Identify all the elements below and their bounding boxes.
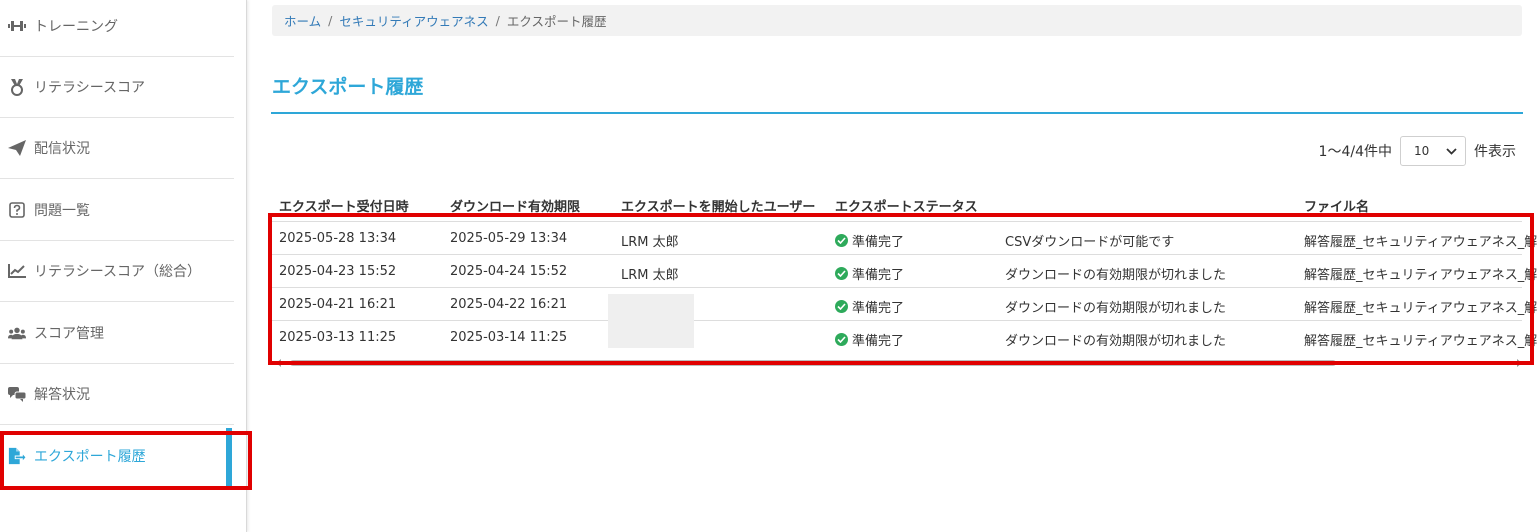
cell-status-message: ダウンロードの有効期限が切れました xyxy=(1005,334,1227,349)
column-header-received: エクスポート受付日時 xyxy=(279,200,409,215)
page-size-value: 10 xyxy=(1414,144,1430,158)
paper-plane-icon xyxy=(8,139,26,157)
status-text: 準備完了 xyxy=(852,268,905,283)
sidebar-item-literacy-score-overall[interactable]: リテラシースコア（総合） xyxy=(0,241,234,302)
check-circle-icon xyxy=(835,234,848,247)
cell-status: 準備完了 xyxy=(835,231,904,250)
title-divider xyxy=(271,112,1523,114)
scroll-right-arrow-icon[interactable] xyxy=(1516,359,1522,367)
cell-received: 2025-04-23 15:52 xyxy=(279,264,397,279)
question-square-icon xyxy=(8,201,26,219)
active-indicator xyxy=(226,428,232,486)
sidebar-item-label: スコア管理 xyxy=(34,326,104,342)
sidebar-item-score-management[interactable]: スコア管理 xyxy=(0,303,234,364)
sidebar-item-training[interactable]: トレーニング xyxy=(0,0,234,57)
sidebar-item-label: エクスポート履歴 xyxy=(34,449,146,465)
cell-file-name[interactable]: 解答履歴_セキュリティアウェアネス_解 xyxy=(1304,264,1537,283)
file-export-icon xyxy=(8,447,26,465)
status-text: 準備完了 xyxy=(852,235,905,250)
column-header-file-name: ファイル名 xyxy=(1304,200,1370,215)
cell-status-message: ダウンロードの有効期限が切れました xyxy=(1005,301,1227,316)
result-range-text: 1〜4/4件中 xyxy=(1318,144,1392,160)
page-size-suffix: 件表示 xyxy=(1474,144,1516,160)
sidebar-item-label: トレーニング xyxy=(34,19,118,35)
sidebar-item-label: リテラシースコア（総合） xyxy=(34,264,202,280)
pagination-info: 1〜4/4件中 10 件表示 xyxy=(1319,135,1516,167)
scroll-left-arrow-icon[interactable] xyxy=(276,359,282,367)
table-row: 2025-04-21 16:21 2025-04-22 16:21 準備完了 ダ… xyxy=(272,287,1537,321)
breadcrumb-section-link[interactable]: セキュリティアウェアネス xyxy=(339,11,488,30)
page-title: エクスポート履歴 xyxy=(272,76,424,98)
comments-icon xyxy=(8,385,26,403)
scrollbar-thumb[interactable] xyxy=(290,360,1336,366)
redacted-user-block xyxy=(608,294,694,348)
column-header-expires: ダウンロード有効期限 xyxy=(450,200,581,215)
cell-expires: 2025-04-22 16:21 xyxy=(450,297,568,312)
medal-icon xyxy=(8,78,26,96)
sidebar-item-label: リテラシースコア xyxy=(34,80,146,96)
cell-received: 2025-05-28 13:34 xyxy=(279,231,397,246)
sidebar-item-delivery-status[interactable]: 配信状況 xyxy=(0,118,234,179)
cell-status: 準備完了 xyxy=(835,330,904,349)
breadcrumb-separator: / xyxy=(495,13,500,28)
status-text: 準備完了 xyxy=(852,301,905,316)
cell-received: 2025-04-21 16:21 xyxy=(279,297,397,312)
chart-line-icon xyxy=(8,262,26,280)
cell-received: 2025-03-13 11:25 xyxy=(279,330,397,345)
cell-status-message: CSVダウンロードが可能です xyxy=(1005,235,1175,250)
column-header-user: エクスポートを開始したユーザー xyxy=(621,200,816,215)
sidebar-item-literacy-score[interactable]: リテラシースコア xyxy=(0,57,234,118)
table-row: 2025-04-23 15:52 2025-04-24 15:52 LRM 太郎… xyxy=(272,254,1537,288)
chevron-down-icon xyxy=(1446,147,1457,155)
page-size-select[interactable]: 10 xyxy=(1400,136,1466,166)
sidebar: トレーニング リテラシースコア 配信状況 問題一覧 リテラシースコア（総合） ス… xyxy=(0,0,247,532)
cell-status: 準備完了 xyxy=(835,264,904,283)
sidebar-item-label: 問題一覧 xyxy=(34,203,90,219)
cell-expires: 2025-04-24 15:52 xyxy=(450,264,568,279)
cell-status: 準備完了 xyxy=(835,297,904,316)
sidebar-item-label: 配信状況 xyxy=(34,141,90,157)
users-icon xyxy=(8,324,26,342)
breadcrumb: ホーム / セキュリティアウェアネス / エクスポート履歴 xyxy=(272,5,1522,36)
column-header-status: エクスポートステータス xyxy=(835,200,978,215)
cell-user: LRM 太郎 xyxy=(621,268,679,283)
sidebar-item-export-history[interactable]: エクスポート履歴 xyxy=(0,426,234,487)
cell-expires: 2025-05-29 13:34 xyxy=(450,231,568,246)
check-circle-icon xyxy=(835,267,848,280)
status-text: 準備完了 xyxy=(852,334,905,349)
cell-file-name[interactable]: 解答履歴_セキュリティアウェアネス_解 xyxy=(1304,330,1537,349)
sidebar-item-question-list[interactable]: 問題一覧 xyxy=(0,180,234,241)
breadcrumb-current: エクスポート履歴 xyxy=(506,14,607,29)
table-row: 2025-05-28 13:34 2025-05-29 13:34 LRM 太郎… xyxy=(272,221,1537,255)
cell-file-name[interactable]: 解答履歴_セキュリティアウェアネス_解 xyxy=(1304,297,1537,316)
cell-expires: 2025-03-14 11:25 xyxy=(450,330,568,345)
table-row: 2025-03-13 11:25 2025-03-14 11:25 準備完了 ダ… xyxy=(272,320,1537,354)
breadcrumb-home-link[interactable]: ホーム xyxy=(284,11,321,30)
cell-user: LRM 太郎 xyxy=(621,235,679,250)
check-circle-icon xyxy=(835,300,848,313)
sidebar-item-label: 解答状況 xyxy=(34,387,90,403)
breadcrumb-separator: / xyxy=(328,13,333,28)
dumbbell-icon xyxy=(8,17,26,35)
cell-status-message: ダウンロードの有効期限が切れました xyxy=(1005,268,1227,283)
check-circle-icon xyxy=(835,333,848,346)
cell-file-name[interactable]: 解答履歴_セキュリティアウェアネス_解 xyxy=(1304,231,1537,250)
sidebar-item-answer-status[interactable]: 解答状況 xyxy=(0,364,234,425)
